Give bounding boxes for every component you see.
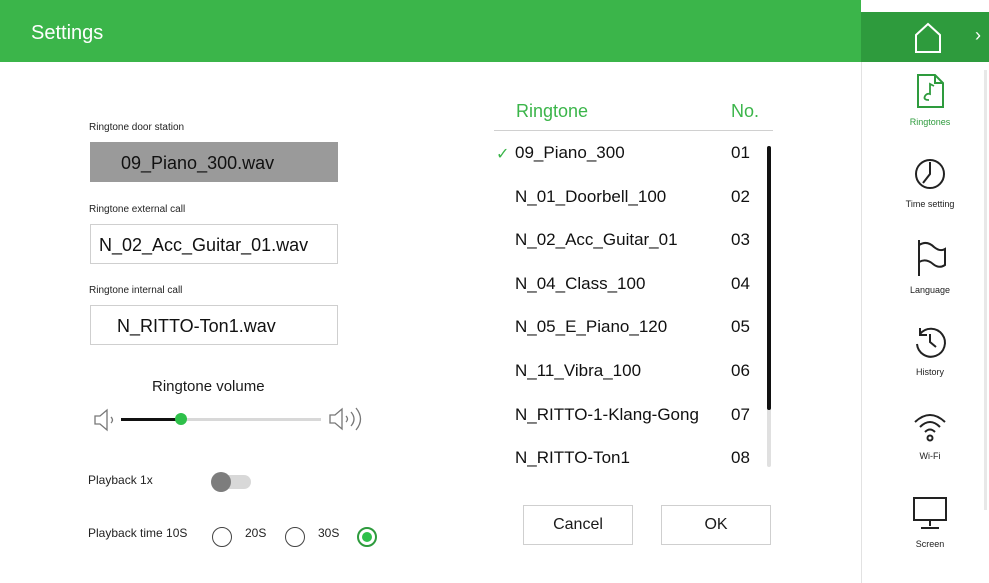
playback-time-label: Playback time 10S xyxy=(88,526,188,540)
sidebar-item-label: Ringtones xyxy=(909,117,951,127)
list-item[interactable]: N_01_Doorbell_100 02 xyxy=(494,184,773,224)
ringtone-name: N_11_Vibra_100 xyxy=(515,361,642,380)
list-header-ringtone: Ringtone xyxy=(516,101,589,121)
sidebar-item-time-setting[interactable]: Time setting xyxy=(878,156,982,209)
list-item[interactable]: N_RITTO-1-Klang-Gong 07 xyxy=(494,402,773,442)
sidebar-scrollbar[interactable] xyxy=(984,70,987,510)
ringtone-name: N_RITTO-Ton1 xyxy=(515,448,630,468)
wifi-icon xyxy=(914,414,946,442)
list-item[interactable]: ✓ 09_Piano_300 01 xyxy=(494,140,773,180)
ringtone-name: N_04_Class_100 xyxy=(515,273,646,293)
ringtone-name: N_RITTO-1-Klang-Gong xyxy=(515,404,699,424)
chevron-right-icon[interactable]: › xyxy=(975,25,981,46)
ringtone-number: 03 xyxy=(731,230,750,250)
ringtone-file-icon xyxy=(917,74,944,108)
volume-slider-track[interactable] xyxy=(121,413,321,425)
ringtone-number: 02 xyxy=(731,186,750,206)
list-item[interactable]: N_02_Acc_Guitar_01 03 xyxy=(494,227,773,267)
sidebar-item-label: Wi-Fi xyxy=(919,451,941,461)
ringtone-number: 07 xyxy=(731,404,750,424)
home-button[interactable]: › xyxy=(861,12,989,62)
playback-time-20s-radio[interactable] xyxy=(285,527,305,547)
flag-icon xyxy=(918,240,946,276)
sidebar-divider xyxy=(861,62,862,583)
monitor-icon xyxy=(913,497,947,529)
door-station-ringtone-field[interactable]: 09_Piano_300.wav xyxy=(90,142,338,182)
page-title: Settings xyxy=(31,22,104,44)
playback-toggle[interactable] xyxy=(211,472,251,492)
sidebar-item-label: History xyxy=(915,367,944,377)
playback-label: Playback 1x xyxy=(88,473,153,487)
ringtone-number: 06 xyxy=(731,361,750,380)
volume-low-icon xyxy=(94,408,114,432)
ringtone-number: 01 xyxy=(731,143,750,162)
external-call-label: Ringtone external call xyxy=(89,204,186,215)
check-icon: ✓ xyxy=(496,146,510,163)
playback-time-10s-radio[interactable] xyxy=(212,527,232,547)
external-call-ringtone-field[interactable]: N_02_Acc_Guitar_01.wav xyxy=(90,224,338,264)
list-header-number: No. xyxy=(731,101,760,121)
playback-time-30s-radio[interactable] xyxy=(357,527,377,547)
ringtone-number: 05 xyxy=(731,317,750,337)
cancel-button[interactable]: Cancel xyxy=(523,505,633,545)
home-icon xyxy=(915,22,941,53)
ringtone-name: 09_Piano_300 xyxy=(515,143,625,162)
list-scrollbar-thumb[interactable] xyxy=(767,146,771,410)
sidebar-item-screen[interactable]: Screen xyxy=(878,494,982,549)
internal-call-ringtone-field[interactable]: N_RITTO-Ton1.wav xyxy=(90,305,338,345)
list-item[interactable]: N_11_Vibra_100 06 xyxy=(494,358,773,398)
ringtone-name: N_05_E_Piano_120 xyxy=(515,317,668,337)
door-station-label: Ringtone door station xyxy=(89,122,185,133)
playback-toggle-knob xyxy=(211,472,231,492)
sidebar-item-wifi[interactable]: Wi-Fi xyxy=(878,410,982,461)
sidebar-item-label: Time setting xyxy=(905,199,955,209)
ringtone-name: N_02_Acc_Guitar_01 xyxy=(515,230,678,250)
list-header-divider xyxy=(494,130,773,131)
sidebar-item-language[interactable]: Language xyxy=(878,238,982,295)
ringtone-volume-label: Ringtone volume xyxy=(152,378,265,395)
sidebar-item-history[interactable]: History xyxy=(878,324,982,377)
sidebar-item-ringtones[interactable]: Ringtones xyxy=(878,72,982,127)
ringtone-name: N_01_Doorbell_100 xyxy=(515,186,667,206)
clock-icon xyxy=(915,159,945,189)
internal-call-label: Ringtone internal call xyxy=(89,285,183,296)
sidebar-item-label: Language xyxy=(909,285,951,295)
ok-button[interactable]: OK xyxy=(661,505,771,545)
ringtone-number: 08 xyxy=(731,448,750,468)
ringtone-list: ✓ 09_Piano_300 01 N_01_Doorbell_100 02 N_02_A… xyxy=(494,132,773,470)
playback-time-20s-label: 20S xyxy=(245,526,267,540)
volume-slider-fill xyxy=(121,418,181,421)
volume-high-icon xyxy=(329,407,362,431)
list-item[interactable]: N_04_Class_100 04 xyxy=(494,271,773,311)
playback-time-30s-label: 30S xyxy=(318,526,340,540)
list-item[interactable]: N_RITTO-Ton1 08 xyxy=(494,445,773,485)
history-icon xyxy=(916,327,946,358)
volume-slider-handle[interactable] xyxy=(175,413,187,425)
ringtone-number: 04 xyxy=(731,273,750,293)
header-bar: Settings xyxy=(0,0,861,62)
sidebar-item-label: Screen xyxy=(915,539,945,549)
list-item[interactable]: N_05_E_Piano_120 05 xyxy=(494,314,773,354)
list-scrollbar-track[interactable] xyxy=(767,146,771,467)
